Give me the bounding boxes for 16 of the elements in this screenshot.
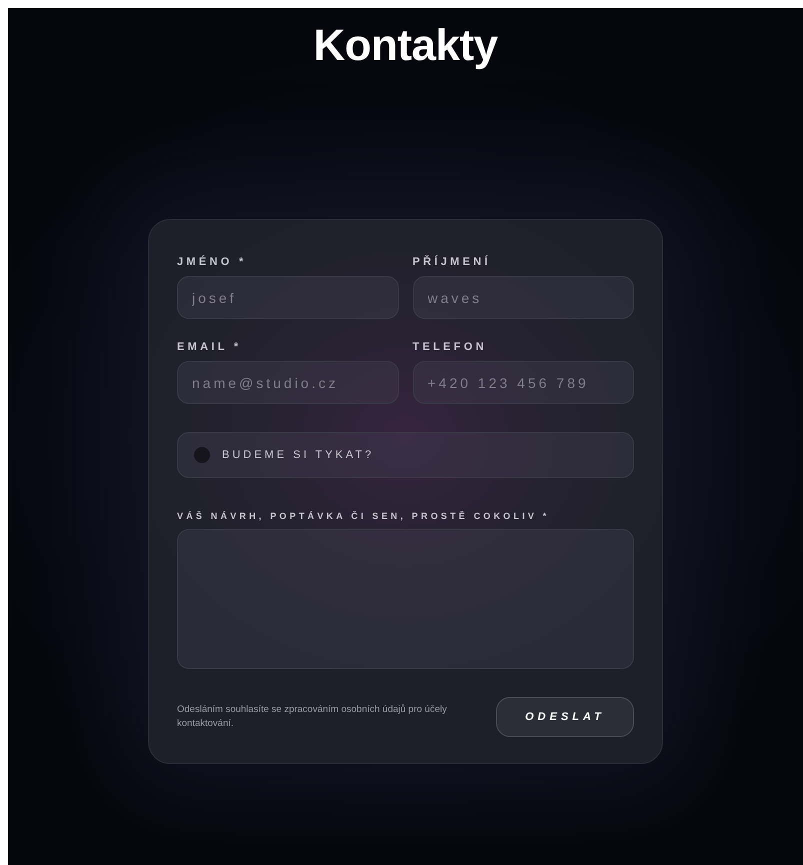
toggle-field[interactable]: BUDEME SI TYKAT? <box>177 432 634 478</box>
submit-button[interactable]: ODESLAT <box>496 697 634 737</box>
field-label: PŘÍJMENÍ <box>412 256 492 268</box>
message-field[interactable] <box>177 529 634 669</box>
input-field[interactable]: josef <box>177 276 398 319</box>
page-title: Kontakty <box>313 20 498 72</box>
toggle-label: BUDEME SI TYKAT? <box>222 449 374 461</box>
field-label: JMÉNO * <box>177 256 248 268</box>
toggle-knob[interactable] <box>194 447 210 463</box>
input-field[interactable]: +420 123 456 789 <box>412 361 634 404</box>
input-field[interactable]: name@studio.cz <box>177 361 398 404</box>
input-field[interactable]: waves <box>412 276 634 319</box>
field-label: VÁŠ NÁVRH, POPTÁVKA ČI SEN, PROSTĚ COKOLIV * <box>177 511 550 521</box>
field-label: EMAIL * <box>177 341 242 353</box>
field-label: TELEFON <box>412 341 488 353</box>
consent-text: Odesláním souhlasíte se zpracováním osobních údajů pro účely kontaktování. <box>177 703 448 731</box>
